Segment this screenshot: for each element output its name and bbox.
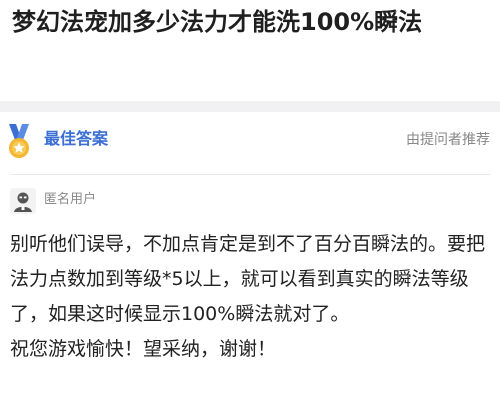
best-answer-label: 最佳答案	[44, 129, 109, 148]
divider-line	[10, 174, 490, 175]
recommended-by-asker-label: 由提问者推荐	[406, 132, 490, 148]
best-answer-header: 最佳答案 由提问者推荐	[0, 112, 500, 168]
answer-closing: 祝您游戏愉快！望采纳，谢谢！	[10, 338, 277, 360]
section-divider	[0, 101, 500, 112]
answer-body: 别听他们误导，不加点肯定是到不了百分百瞬法的。要把法力点数加到等级*5以上，就可…	[10, 227, 492, 367]
anonymous-avatar-icon	[10, 188, 36, 214]
answerer-name: 匿名用户	[44, 192, 97, 207]
medal-icon	[9, 124, 29, 158]
question-title: 梦幻法宠加多少法力才能洗100%瞬法	[12, 8, 423, 36]
answer-paragraph: 别听他们误导，不加点肯定是到不了百分百瞬法的。要把法力点数加到等级*5以上，就可…	[10, 233, 486, 325]
